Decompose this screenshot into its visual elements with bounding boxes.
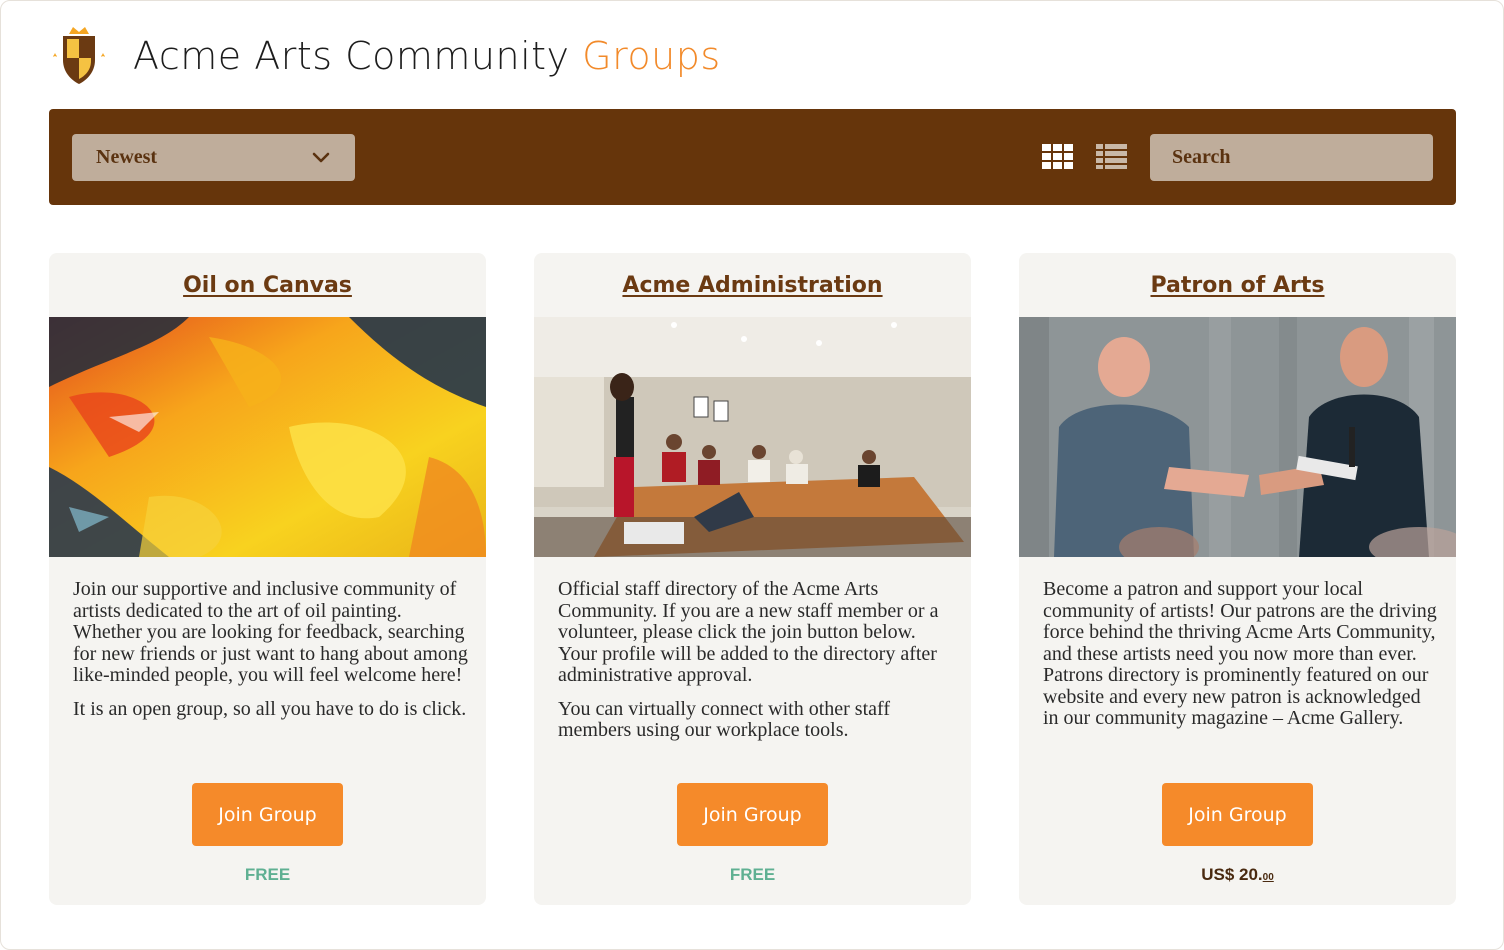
description-paragraph: It is an open group, so all you have to … [73, 697, 467, 720]
list-view-icon[interactable] [1096, 144, 1127, 169]
join-group-button[interactable]: Join Group [192, 783, 343, 846]
description-paragraph: Official staff directory of the Acme Art… [558, 578, 939, 686]
abstract-oil-painting-image [49, 317, 486, 557]
group-title-link[interactable]: Acme Administration [534, 253, 971, 317]
price-label: FREE [729, 865, 776, 884]
group-card-patron-of-arts: Patron of Arts Become a patron and suppo… [1019, 253, 1456, 905]
group-title-link[interactable]: Oil on Canvas [49, 253, 486, 317]
page-frame: Acme Arts Community Groups Newest Oil on… [0, 0, 1504, 950]
filter-toolbar: Newest [49, 109, 1456, 205]
title-accent: Groups [582, 34, 721, 78]
search-input[interactable] [1150, 134, 1433, 181]
sort-selected-label: Newest [96, 146, 158, 168]
title-main: Acme Arts Community [133, 34, 570, 78]
price-cents: 00 [1262, 872, 1274, 883]
join-group-button[interactable]: Join Group [1162, 783, 1313, 846]
meeting-room-photo-image [534, 317, 971, 557]
page-title: Acme Arts Community Groups [133, 34, 721, 78]
sort-dropdown[interactable]: Newest [72, 134, 355, 181]
chevron-down-icon [312, 152, 330, 162]
group-title-link[interactable]: Patron of Arts [1019, 253, 1456, 317]
group-card-acme-administration: Acme Administration Official staff direc… [534, 253, 971, 905]
shield-crown-icon [53, 27, 105, 84]
price-amount: US$ 20. [1201, 865, 1263, 884]
grid-view-icon[interactable] [1042, 144, 1073, 169]
description-paragraph: Become a patron and support your local c… [1043, 578, 1437, 729]
description-paragraph: You can virtually connect with other sta… [558, 697, 890, 741]
app-header: Acme Arts Community Groups [47, 23, 721, 89]
group-card-oil-on-canvas: Oil on Canvas Join our supportive and in… [49, 253, 486, 905]
price-label: FREE [244, 865, 291, 884]
price-label: US$ 20.00 [1019, 865, 1456, 885]
group-description: Join our supportive and inclusive commun… [73, 578, 469, 720]
join-group-button[interactable]: Join Group [677, 783, 828, 846]
group-description: Become a patron and support your local c… [1043, 578, 1439, 730]
group-description: Official staff directory of the Acme Art… [558, 578, 954, 742]
handshake-photo-image [1019, 317, 1456, 557]
description-paragraph: Join our supportive and inclusive commun… [73, 578, 468, 686]
